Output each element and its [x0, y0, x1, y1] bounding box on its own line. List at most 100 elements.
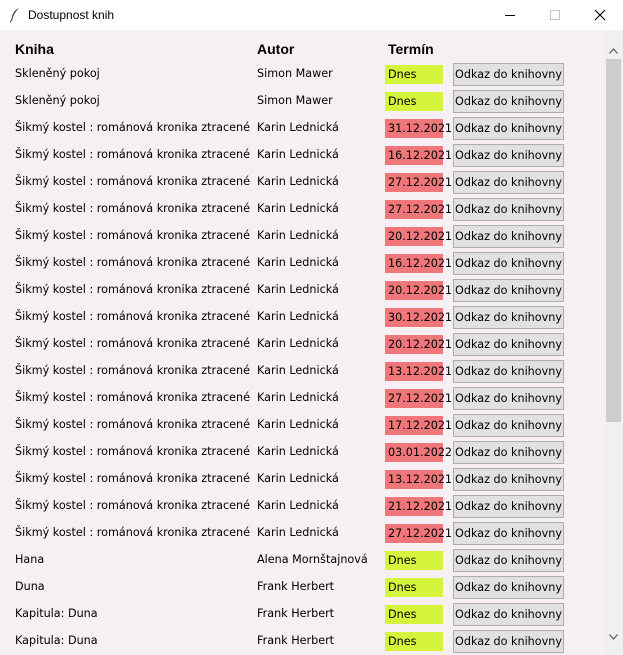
library-link-button[interactable]: Odkaz do knihovny: [453, 252, 564, 275]
book-title: Šikmý kostel : románová kronika ztracené: [15, 310, 250, 323]
library-link-button[interactable]: Odkaz do knihovny: [453, 414, 564, 437]
book-row: Šikmý kostel : románová kronika ztracené…: [0, 493, 604, 520]
header-term: Termín: [388, 41, 434, 57]
term-badge: 20.12.2021: [385, 335, 452, 354]
term-badge: 27.12.2021: [385, 389, 452, 408]
term-badge: 13.12.2021: [385, 470, 452, 489]
book-row: Kapitula: Duna Frank Herbert Dnes Odkaz do …: [0, 601, 604, 628]
book-author: Karin Lednická: [257, 310, 339, 323]
book-row: Skleněný pokoj Simon Mawer Dnes Odkaz do kn…: [0, 88, 604, 115]
title-bar: Dostupnost knih: [0, 0, 623, 30]
book-author: Karin Lednická: [257, 337, 339, 350]
library-link-button[interactable]: Odkaz do knihovny: [453, 171, 564, 194]
library-link-button[interactable]: Odkaz do knihovny: [453, 198, 564, 221]
term-badge: Dnes: [385, 578, 443, 597]
scrollbar-thumb[interactable]: [606, 59, 621, 422]
book-author: Karin Lednická: [257, 418, 339, 431]
window-title: Dostupnost knih: [28, 8, 115, 22]
term-badge: Dnes: [385, 65, 443, 84]
book-author: Karin Lednická: [257, 391, 339, 404]
book-title: Šikmý kostel : románová kronika ztracené: [15, 472, 250, 485]
book-row: Šikmý kostel : románová kronika ztracené…: [0, 142, 604, 169]
book-row: Šikmý kostel : románová kronika ztracené…: [0, 115, 604, 142]
book-title: Šikmý kostel : románová kronika ztracené: [15, 364, 250, 377]
term-badge: 21.12.2021: [385, 497, 452, 516]
book-author: Frank Herbert: [257, 580, 335, 593]
book-row: Šikmý kostel : románová kronika ztracené…: [0, 385, 604, 412]
book-author: Karin Lednická: [257, 202, 339, 215]
minimize-button[interactable]: [487, 0, 533, 30]
book-author: Frank Herbert: [257, 607, 335, 620]
term-badge: 27.12.2021: [385, 524, 452, 543]
book-row: Šikmý kostel : románová kronika ztracené…: [0, 358, 604, 385]
term-badge: Dnes: [385, 551, 443, 570]
library-link-button[interactable]: Odkaz do knihovny: [453, 333, 564, 356]
book-row: Skleněný pokoj Simon Mawer Dnes Odkaz do kn…: [0, 61, 604, 88]
vertical-scrollbar[interactable]: [604, 30, 623, 655]
term-badge: Dnes: [385, 605, 443, 624]
header-author: Autor: [257, 41, 295, 57]
book-title: Šikmý kostel : románová kronika ztracené: [15, 121, 250, 134]
book-row: Šikmý kostel : románová kronika ztracené…: [0, 223, 604, 250]
book-title: Hana: [15, 553, 45, 566]
library-link-button[interactable]: Odkaz do knihovny: [453, 360, 564, 383]
book-row: Šikmý kostel : románová kronika ztracené…: [0, 277, 604, 304]
book-list: Skleněný pokoj Simon Mawer Dnes Odkaz do kn…: [0, 61, 604, 655]
term-badge: 27.12.2021: [385, 200, 452, 219]
maximize-button[interactable]: [532, 0, 578, 30]
feather-icon: [8, 7, 22, 23]
book-author: Karin Lednická: [257, 256, 339, 269]
library-link-button[interactable]: Odkaz do knihovny: [453, 522, 564, 545]
book-title: Šikmý kostel : románová kronika ztracené: [15, 148, 250, 161]
header-title: Kniha: [15, 41, 54, 57]
library-link-button[interactable]: Odkaz do knihovny: [453, 576, 564, 599]
library-link-button[interactable]: Odkaz do knihovny: [453, 441, 564, 464]
library-link-button[interactable]: Odkaz do knihovny: [453, 90, 564, 113]
scroll-down-arrow-icon[interactable]: [604, 628, 623, 645]
maximize-icon: [549, 6, 561, 25]
close-button[interactable]: [577, 0, 623, 30]
book-row: Duna Frank Herbert Dnes Odkaz do knihovny: [0, 574, 604, 601]
book-title: Šikmý kostel : románová kronika ztracené: [15, 175, 250, 188]
book-row: Šikmý kostel : románová kronika ztracené…: [0, 169, 604, 196]
book-row: Hana Alena Mornštajnová Dnes Odkaz do kniho…: [0, 547, 604, 574]
library-link-button[interactable]: Odkaz do knihovny: [453, 630, 564, 653]
book-title: Šikmý kostel : románová kronika ztracené: [15, 526, 250, 539]
book-title: Kapitula: Duna: [15, 607, 98, 620]
book-title: Duna: [15, 580, 45, 593]
library-link-button[interactable]: Odkaz do knihovny: [453, 603, 564, 626]
book-author: Frank Herbert: [257, 634, 335, 647]
book-row: Šikmý kostel : románová kronika ztracené…: [0, 520, 604, 547]
library-link-button[interactable]: Odkaz do knihovny: [453, 117, 564, 140]
term-badge: 20.12.2021: [385, 227, 452, 246]
book-row: Šikmý kostel : románová kronika ztracené…: [0, 196, 604, 223]
book-title: Šikmý kostel : románová kronika ztracené: [15, 283, 250, 296]
book-author: Karin Lednická: [257, 229, 339, 242]
library-link-button[interactable]: Odkaz do knihovny: [453, 279, 564, 302]
book-author: Karin Lednická: [257, 283, 339, 296]
library-link-button[interactable]: Odkaz do knihovny: [453, 63, 564, 86]
close-icon: [594, 6, 606, 25]
term-badge: Dnes: [385, 92, 443, 111]
book-title: Skleněný pokoj: [15, 94, 100, 107]
book-title: Šikmý kostel : románová kronika ztracené: [15, 229, 250, 242]
book-author: Karin Lednická: [257, 499, 339, 512]
book-title: Šikmý kostel : románová kronika ztracené: [15, 256, 250, 269]
book-author: Karin Lednická: [257, 121, 339, 134]
library-link-button[interactable]: Odkaz do knihovny: [453, 306, 564, 329]
library-link-button[interactable]: Odkaz do knihovny: [453, 144, 564, 167]
book-author: Karin Lednická: [257, 175, 339, 188]
book-row: Šikmý kostel : románová kronika ztracené…: [0, 331, 604, 358]
term-badge: 16.12.2021: [385, 254, 452, 273]
library-link-button[interactable]: Odkaz do knihovny: [453, 468, 564, 491]
book-author: Simon Mawer: [257, 67, 333, 80]
library-link-button[interactable]: Odkaz do knihovny: [453, 549, 564, 572]
book-title: Skleněný pokoj: [15, 67, 100, 80]
book-author: Karin Lednická: [257, 364, 339, 377]
term-badge: 17.12.2021: [385, 416, 452, 435]
scroll-up-arrow-icon[interactable]: [604, 42, 623, 59]
library-link-button[interactable]: Odkaz do knihovny: [453, 387, 564, 410]
library-link-button[interactable]: Odkaz do knihovny: [453, 225, 564, 248]
term-badge: 03.01.2022: [385, 443, 452, 462]
library-link-button[interactable]: Odkaz do knihovny: [453, 495, 564, 518]
